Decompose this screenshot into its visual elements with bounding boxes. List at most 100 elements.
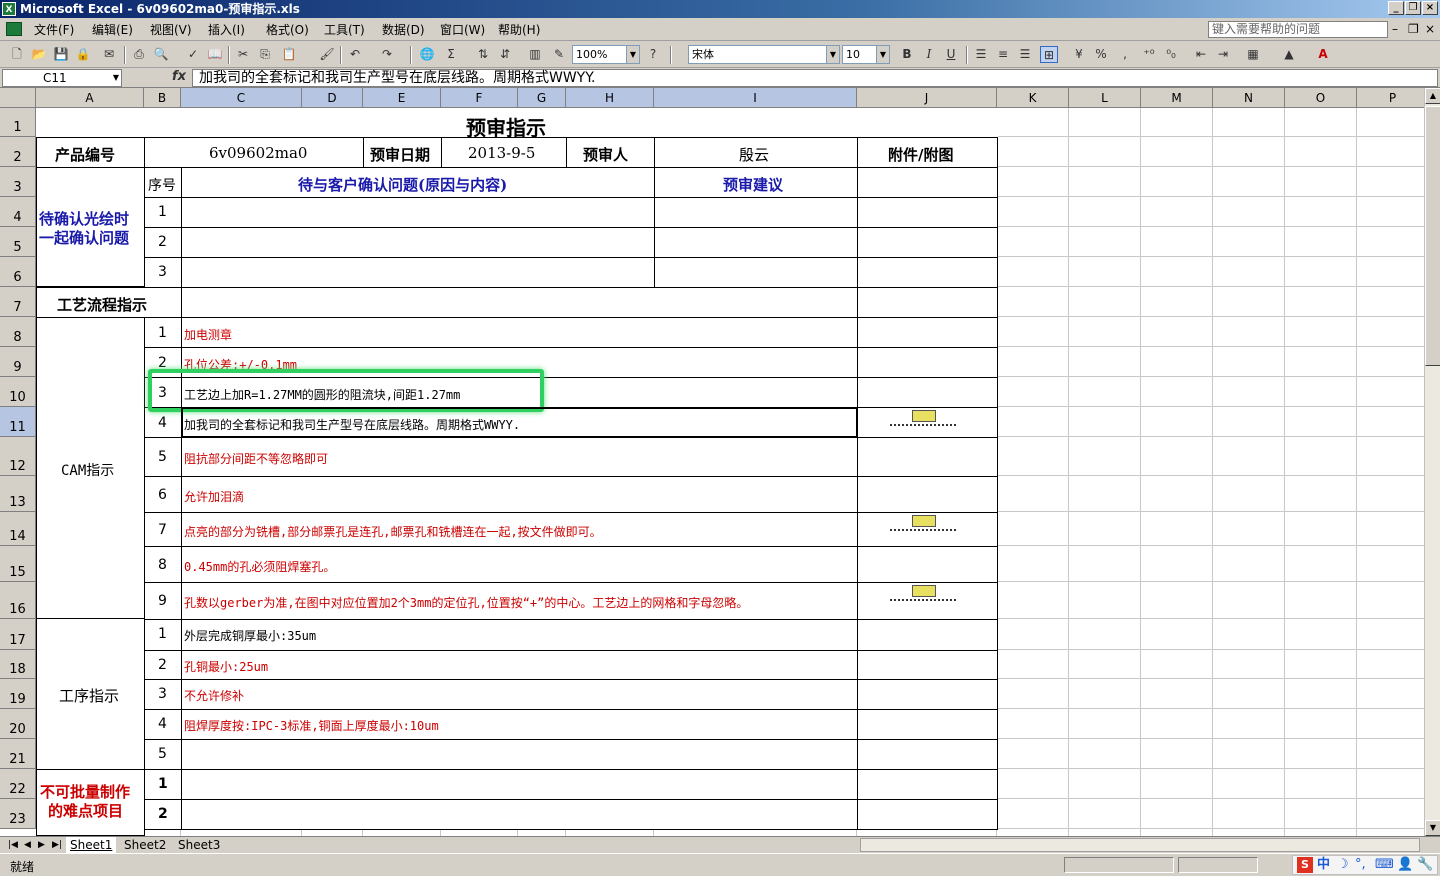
column-header[interactable]: O xyxy=(1285,88,1357,108)
user-icon[interactable]: 👤 xyxy=(1397,856,1413,874)
decrease-indent-icon[interactable]: ⇤ xyxy=(1192,46,1210,63)
row-header[interactable]: 22 xyxy=(0,769,36,799)
seq-cell[interactable]: 2 xyxy=(144,650,182,680)
scroll-down-icon[interactable]: ▼ xyxy=(1425,820,1440,836)
column-header[interactable]: G xyxy=(518,88,566,108)
attachment-thumbnail[interactable] xyxy=(888,515,958,539)
attachment-thumbnail[interactable] xyxy=(888,585,958,609)
font-size-select[interactable]: 10 ▼ xyxy=(842,45,890,64)
suggest-cell[interactable] xyxy=(654,227,858,258)
row-header[interactable]: 16 xyxy=(0,582,36,619)
menu-data[interactable]: 数据(D) xyxy=(382,22,425,38)
row-header[interactable]: 21 xyxy=(0,739,36,769)
menu-window[interactable]: 窗口(W) xyxy=(440,22,485,38)
seq-cell[interactable]: 5 xyxy=(144,437,182,477)
sort-descending-icon[interactable]: ⇵ xyxy=(496,46,514,63)
scroll-up-icon[interactable]: ▲ xyxy=(1425,88,1440,104)
row-header[interactable]: 18 xyxy=(0,650,36,679)
help-search-input[interactable]: 键入需要帮助的问题 xyxy=(1208,21,1388,38)
proc-item-cell[interactable] xyxy=(181,739,858,770)
decrease-decimal-icon[interactable]: ⁰₀ xyxy=(1162,46,1180,63)
currency-icon[interactable]: ¥ xyxy=(1070,46,1088,63)
restore-button[interactable]: ❐ xyxy=(1405,1,1421,15)
attach-cell[interactable] xyxy=(857,407,998,438)
comma-button[interactable]: , xyxy=(1116,46,1134,63)
seq-cell[interactable]: 1 xyxy=(144,619,182,651)
attach-cell[interactable] xyxy=(857,437,998,477)
sogou-icon[interactable]: S xyxy=(1297,857,1313,873)
doc-restore-icon[interactable]: ❐ xyxy=(1408,21,1419,37)
seq-cell[interactable]: 1 xyxy=(144,197,182,228)
select-all-corner[interactable] xyxy=(0,88,36,108)
borders-icon[interactable]: ▦ xyxy=(1244,46,1262,63)
column-header[interactable]: J xyxy=(857,88,997,108)
attach-cell[interactable] xyxy=(857,679,998,710)
italic-button[interactable]: I xyxy=(920,46,938,63)
seq-cell[interactable]: 6 xyxy=(144,476,182,513)
seq-cell[interactable]: 4 xyxy=(144,709,182,740)
ime-mode[interactable]: 中 xyxy=(1317,856,1330,874)
minimize-button[interactable]: _ xyxy=(1388,1,1404,15)
research-icon[interactable]: 📖 xyxy=(206,46,224,63)
attach-cell[interactable] xyxy=(857,650,998,680)
next-sheet-icon[interactable]: ▶ xyxy=(34,837,49,853)
workbook-icon[interactable] xyxy=(6,22,22,36)
print-preview-icon[interactable]: 🔍 xyxy=(152,46,170,63)
fx-label[interactable]: fx xyxy=(172,69,186,84)
bold-button[interactable]: B xyxy=(898,46,916,63)
excel-app-icon[interactable]: X xyxy=(2,2,16,16)
attach-cell[interactable] xyxy=(857,257,998,288)
process-header-cell[interactable]: 工艺流程指示 xyxy=(36,287,182,318)
attach-cell[interactable] xyxy=(857,227,998,258)
question-header-cell[interactable]: 待与客户确认问题(原因与内容) xyxy=(181,167,655,198)
ime-toolbar[interactable]: S 中 ☽ °, ⌨ 👤 🔧 xyxy=(1292,855,1438,875)
horizontal-scrollbar[interactable] xyxy=(860,838,1420,852)
spelling-icon[interactable]: ✓ xyxy=(184,46,202,63)
reviewer-value-cell[interactable]: 殷云 xyxy=(654,137,858,168)
permission-icon[interactable]: 🔒 xyxy=(74,46,92,63)
column-header[interactable]: I xyxy=(654,88,857,108)
row-header[interactable]: 20 xyxy=(0,709,36,739)
underline-button[interactable]: U xyxy=(942,46,960,63)
seq-cell[interactable]: 8 xyxy=(144,546,182,583)
seq-cell[interactable]: 7 xyxy=(144,512,182,547)
row-header[interactable]: 5 xyxy=(0,227,36,257)
suggest-header-cell[interactable]: 预审建议 xyxy=(654,167,858,198)
attach-cell[interactable] xyxy=(857,546,998,583)
sheet-tab-2[interactable]: Sheet2 xyxy=(120,837,170,853)
attach-cell[interactable] xyxy=(857,317,998,348)
doc-minimize-icon[interactable]: – xyxy=(1392,21,1398,37)
seq-cell[interactable]: 3 xyxy=(144,679,182,710)
fill-color-icon[interactable]: ▲ xyxy=(1280,46,1298,63)
row-header[interactable]: 11 xyxy=(0,407,36,437)
row-header[interactable]: 10 xyxy=(0,377,36,407)
seq-cell[interactable]: 5 xyxy=(144,739,182,770)
seq-cell[interactable]: 1 xyxy=(144,317,182,348)
paste-icon[interactable]: 📋 xyxy=(280,46,298,63)
proc-item-cell[interactable]: 不允许修补 xyxy=(181,679,858,710)
row-header[interactable]: 15 xyxy=(0,546,36,582)
keyboard-icon[interactable]: ⌨ xyxy=(1375,856,1394,874)
help-icon[interactable]: ? xyxy=(644,46,662,63)
align-left-icon[interactable]: ☰ xyxy=(972,46,990,63)
font-select[interactable]: 宋体 ▼ xyxy=(688,45,840,64)
attach-cell[interactable] xyxy=(857,512,998,547)
row-header[interactable]: 17 xyxy=(0,619,36,650)
seq-header-cell[interactable]: 序号 xyxy=(144,167,182,198)
attach-cell[interactable] xyxy=(857,619,998,651)
attach-cell[interactable] xyxy=(857,739,998,770)
attach-cell[interactable] xyxy=(857,167,998,198)
cam-item-cell[interactable]: 0.45mm的孔必须阻焊塞孔。 xyxy=(181,546,858,583)
cam-item-cell[interactable]: 阻抗部分间距不等忽略即可 xyxy=(181,437,858,477)
attach-cell[interactable] xyxy=(857,769,998,800)
column-header[interactable]: L xyxy=(1069,88,1141,108)
reviewer-label-cell[interactable]: 预审人 xyxy=(566,137,655,168)
attach-cell[interactable] xyxy=(857,347,998,378)
menu-edit[interactable]: 编辑(E) xyxy=(92,22,133,38)
wrench-icon[interactable]: 🔧 xyxy=(1417,856,1433,874)
row-header[interactable]: 23 xyxy=(0,799,36,829)
align-center-icon[interactable]: ≡ xyxy=(994,46,1012,63)
close-button[interactable]: × xyxy=(1422,1,1438,15)
row-header[interactable]: 1 xyxy=(0,108,36,137)
seq-cell[interactable]: 3 xyxy=(144,257,182,288)
